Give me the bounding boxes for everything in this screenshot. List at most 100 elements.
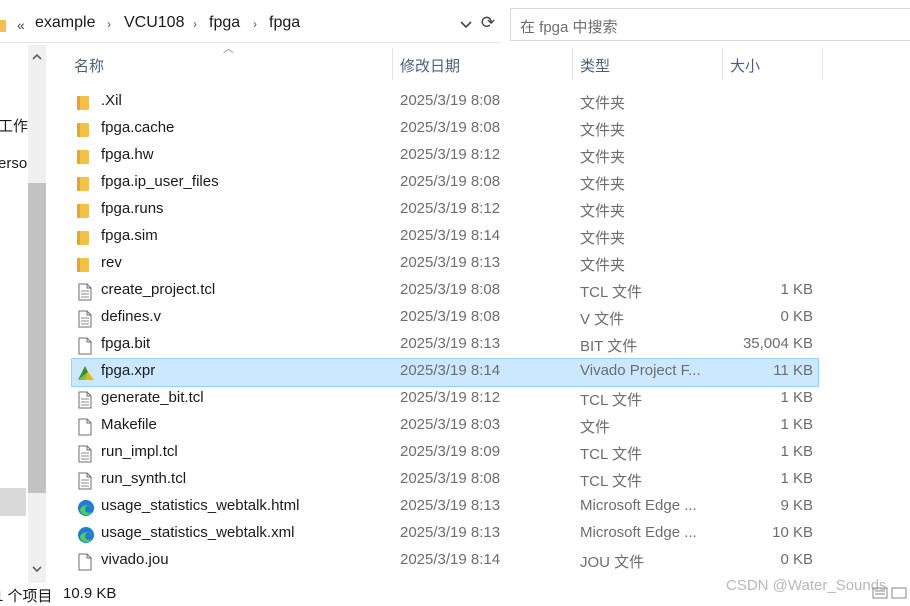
file-type: 文件夹: [580, 122, 626, 139]
file-row[interactable]: run_impl.tcl 2025/3/19 8:09 TCL 文件 1 KB: [72, 440, 818, 467]
breadcrumb-example[interactable]: example: [35, 14, 95, 32]
column-header-size[interactable]: 大小: [723, 46, 821, 82]
file-row[interactable]: usage_statistics_webtalk.html 2025/3/19 8…: [72, 494, 818, 521]
file-row[interactable]: fpga.runs 2025/3/19 8:12 文件夹: [72, 197, 818, 224]
folder-icon: [77, 204, 89, 218]
column-divider[interactable]: [822, 48, 823, 80]
file-name: Makefile: [101, 416, 157, 433]
file-modified-date: 2025/3/19 8:08: [400, 92, 501, 109]
address-bar[interactable]: « example › VCU108 › fpga › fpga ⟳: [0, 8, 500, 43]
view-toggle-icon[interactable]: [872, 586, 908, 600]
search-input[interactable]: 在 fpga 中搜索: [520, 16, 618, 37]
file-size: 1 KB: [780, 443, 813, 460]
file-row[interactable]: rev 2025/3/19 8:13 文件夹: [72, 251, 818, 278]
nav-item-label[interactable]: 工作: [0, 115, 28, 136]
file-size: 1 KB: [780, 389, 813, 406]
file-modified-date: 2025/3/19 8:13: [400, 254, 501, 271]
blank-file-icon: [77, 418, 93, 436]
file-modified-date: 2025/3/19 8:08: [400, 308, 501, 325]
selection-size: 10.9 KB: [63, 585, 117, 602]
breadcrumb-vcu108[interactable]: VCU108: [124, 14, 184, 32]
edge-icon: [77, 499, 94, 517]
file-row[interactable]: run_synth.tcl 2025/3/19 8:08 TCL 文件 1 KB: [72, 467, 818, 494]
file-type: 文件: [580, 419, 611, 436]
file-name: vivado.jou: [101, 551, 169, 568]
column-header-date[interactable]: 修改日期: [393, 46, 571, 82]
breadcrumb-fpga-current[interactable]: fpga: [269, 14, 300, 32]
edge-icon: [77, 526, 94, 544]
file-modified-date: 2025/3/19 8:13: [400, 524, 501, 541]
file-name: usage_statistics_webtalk.html: [101, 497, 300, 514]
scroll-down-arrow[interactable]: [28, 562, 46, 580]
file-size: 10 KB: [772, 524, 813, 541]
scroll-up-arrow[interactable]: [28, 50, 46, 68]
file-type: JOU 文件: [580, 554, 645, 571]
breadcrumb-fpga-parent[interactable]: fpga: [209, 14, 240, 32]
file-modified-date: 2025/3/19 8:13: [400, 335, 501, 352]
file-name: fpga.xpr: [101, 362, 156, 379]
text-file-icon: [77, 445, 93, 463]
file-name: fpga.hw: [101, 146, 154, 163]
text-file-icon: [77, 391, 93, 409]
file-name: run_impl.tcl: [101, 443, 178, 460]
file-size: 1 KB: [780, 281, 813, 298]
text-file-icon: [77, 472, 93, 490]
file-row[interactable]: fpga.bit 2025/3/19 8:13 BIT 文件 35,004 KB: [72, 332, 818, 359]
file-modified-date: 2025/3/19 8:13: [400, 497, 501, 514]
file-row[interactable]: .Xil 2025/3/19 8:08 文件夹: [72, 89, 818, 116]
file-size: 35,004 KB: [742, 335, 813, 352]
file-modified-date: 2025/3/19 8:08: [400, 173, 501, 190]
search-box[interactable]: 在 fpga 中搜索: [510, 8, 910, 41]
column-header-name[interactable]: 名称: [67, 46, 392, 82]
column-header-type[interactable]: 类型: [573, 46, 721, 82]
file-type: TCL 文件: [580, 446, 642, 463]
file-modified-date: 2025/3/19 8:08: [400, 470, 501, 487]
file-name: defines.v: [101, 308, 162, 325]
file-name: usage_statistics_webtalk.xml: [101, 524, 295, 541]
vivado-icon: [77, 364, 94, 382]
file-row[interactable]: fpga.ip_user_files 2025/3/19 8:08 文件夹: [72, 170, 818, 197]
breadcrumb-separator[interactable]: ›: [253, 17, 257, 31]
file-row[interactable]: fpga.cache 2025/3/19 8:08 文件夹: [72, 116, 818, 143]
folder-icon: [77, 231, 89, 245]
file-row[interactable]: defines.v 2025/3/19 8:08 V 文件 0 KB: [72, 305, 818, 332]
blank-file-icon: [77, 337, 93, 355]
file-row[interactable]: Makefile 2025/3/19 8:03 文件 1 KB: [72, 413, 818, 440]
overflow-chevron[interactable]: «: [17, 17, 25, 33]
breadcrumb-separator[interactable]: ›: [193, 17, 197, 31]
file-type: TCL 文件: [580, 284, 642, 301]
file-modified-date: 2025/3/19 8:12: [400, 389, 501, 406]
refresh-icon[interactable]: ⟳: [479, 13, 497, 33]
file-modified-date: 2025/3/19 8:08: [400, 119, 501, 136]
file-size: 1 KB: [780, 416, 813, 433]
nav-item-label[interactable]: erso: [0, 155, 27, 172]
file-name: rev: [101, 254, 122, 271]
breadcrumb-separator[interactable]: ›: [107, 17, 111, 31]
nav-scrollbar-thumb[interactable]: [28, 183, 46, 493]
file-name: fpga.runs: [101, 200, 164, 217]
file-row[interactable]: vivado.jou 2025/3/19 8:14 JOU 文件 0 KB: [72, 548, 818, 575]
file-row[interactable]: usage_statistics_webtalk.xml 2025/3/19 8:…: [72, 521, 818, 548]
chevron-down-icon[interactable]: [456, 16, 476, 34]
file-row[interactable]: generate_bit.tcl 2025/3/19 8:12 TCL 文件 1 KB: [72, 386, 818, 413]
file-name: .Xil: [101, 92, 122, 109]
file-row[interactable]: create_project.tcl 2025/3/19 8:08 TCL 文件 1 …: [72, 278, 818, 305]
file-modified-date: 2025/3/19 8:08: [400, 281, 501, 298]
file-name: fpga.cache: [101, 119, 175, 136]
folder-icon: [77, 258, 89, 272]
file-size: 9 KB: [780, 497, 813, 514]
file-row[interactable]: fpga.sim 2025/3/19 8:14 文件夹: [72, 224, 818, 251]
folder-icon: [77, 150, 89, 164]
blank-file-icon: [77, 553, 93, 571]
file-row[interactable]: fpga.hw 2025/3/19 8:12 文件夹: [72, 143, 818, 170]
file-type: TCL 文件: [580, 473, 642, 490]
folder-icon: [77, 177, 89, 191]
file-type: Vivado Project F...: [580, 362, 701, 379]
file-type: Microsoft Edge ...: [580, 524, 697, 541]
file-row[interactable]: fpga.xpr 2025/3/19 8:14 Vivado Project F..…: [71, 358, 819, 387]
file-type: 文件夹: [580, 176, 626, 193]
item-count: 1 个项目: [0, 588, 53, 605]
folder-icon: [77, 96, 89, 110]
nav-selected-item[interactable]: [0, 488, 26, 516]
file-modified-date: 2025/3/19 8:03: [400, 416, 501, 433]
